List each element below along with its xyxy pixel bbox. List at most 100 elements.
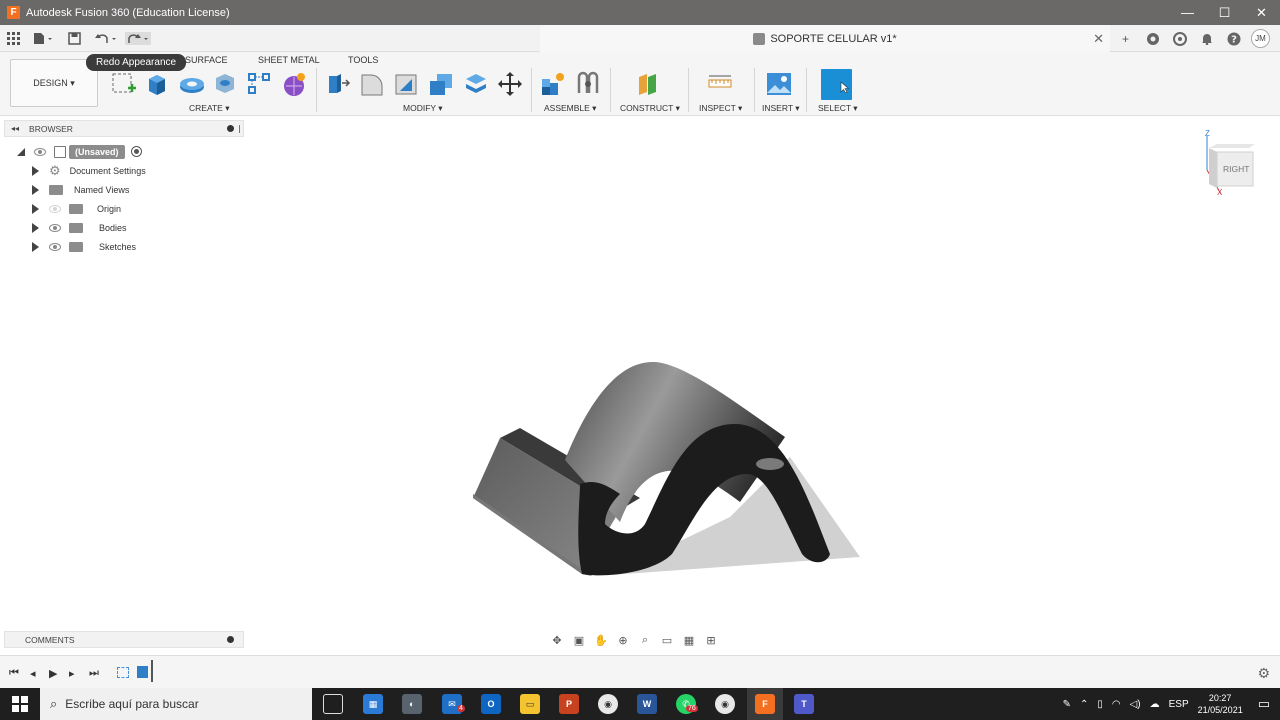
select-tool-icon[interactable]	[821, 69, 852, 100]
tree-item-sketches[interactable]: Sketches	[32, 238, 136, 255]
browser-pin-icon[interactable]	[239, 125, 240, 133]
tree-item-bodies[interactable]: Bodies	[32, 219, 127, 236]
undo-icon[interactable]	[95, 30, 119, 46]
tree-item-named-views[interactable]: Named Views	[32, 181, 129, 198]
file-explorer-icon[interactable]: ▭	[520, 694, 540, 714]
language-indicator[interactable]: ESP	[1169, 699, 1189, 710]
go-to-end-icon[interactable]: ⏭	[89, 667, 99, 680]
help-icon[interactable]: ?	[1224, 29, 1243, 48]
insert-canvas-icon[interactable]	[766, 71, 791, 95]
view-cube[interactable]: Z X RIGHT	[1203, 129, 1263, 198]
go-to-start-icon[interactable]: ⏮	[9, 667, 19, 680]
wifi-icon[interactable]: ◠	[1112, 699, 1121, 710]
play-icon[interactable]: ▶	[49, 667, 57, 680]
offset-plane-icon[interactable]	[636, 71, 660, 95]
workspace-switcher[interactable]: DESIGN ▾	[10, 59, 98, 107]
document-tab[interactable]: SOPORTE CELULAR v1* ✕	[540, 25, 1110, 52]
powerpoint-icon[interactable]: P	[559, 694, 579, 714]
model-canvas[interactable]	[460, 350, 870, 585]
chrome-icon[interactable]: ◉	[598, 694, 618, 714]
activate-radio-icon[interactable]	[130, 146, 142, 157]
battery-icon[interactable]: ▯	[1097, 699, 1103, 710]
expand-arrow-icon[interactable]	[32, 222, 39, 233]
look-at-icon[interactable]: ▣	[570, 634, 588, 648]
new-tab-button[interactable]: +	[1116, 29, 1135, 48]
tab-surface[interactable]: SURFACE	[185, 55, 228, 65]
expand-arrow-icon[interactable]	[32, 165, 39, 176]
calculator-icon[interactable]: ▦	[363, 694, 383, 714]
maximize-button[interactable]: ☐	[1206, 0, 1243, 25]
tab-sheet-metal[interactable]: SHEET METAL	[258, 55, 320, 65]
collapse-arrow-icon[interactable]	[17, 147, 25, 156]
notifications-bell-icon[interactable]	[1197, 29, 1216, 48]
pan-hand-icon[interactable]: ✋	[592, 634, 610, 648]
create-sketch-icon[interactable]	[111, 71, 136, 95]
visibility-eye-icon[interactable]	[49, 223, 61, 232]
step-forward-icon[interactable]: ▸	[69, 667, 75, 680]
teams-icon[interactable]: T	[794, 694, 814, 714]
fusion-360-taskbar-icon[interactable]: F	[755, 694, 775, 714]
onedrive-icon[interactable]: ☁	[1150, 699, 1160, 710]
taskbar-search-box[interactable]: ⌕ Escribe aquí para buscar	[40, 688, 312, 720]
expand-arrow-icon[interactable]	[32, 184, 39, 195]
measure-icon[interactable]	[707, 71, 732, 95]
windows-start-icon[interactable]	[0, 688, 40, 720]
data-panel-grid-icon[interactable]	[7, 30, 20, 46]
show-hidden-icons-chevron-icon[interactable]: ⌃	[1080, 699, 1088, 710]
extensions-icon[interactable]	[1143, 29, 1162, 48]
combine-icon[interactable]	[427, 71, 452, 95]
timeline-extrude-icon[interactable]	[137, 666, 148, 678]
expand-arrow-icon[interactable]	[32, 203, 39, 214]
visibility-eye-icon[interactable]	[34, 147, 46, 156]
offset-face-icon[interactable]	[463, 71, 487, 95]
grid-settings-icon[interactable]: ▦	[680, 634, 698, 648]
assemble-group-label[interactable]: ASSEMBLE ▾	[544, 103, 596, 114]
step-back-icon[interactable]: ◂	[30, 667, 36, 680]
joint-icon[interactable]	[575, 71, 599, 95]
collapse-browser-icon[interactable]: ◂◂	[11, 124, 19, 133]
tree-item-origin[interactable]: Origin	[32, 200, 121, 217]
chrome-profile-icon[interactable]: ◉	[715, 694, 735, 714]
job-status-icon[interactable]	[1170, 29, 1189, 48]
browser-panel-header[interactable]: ◂◂ BROWSER	[4, 120, 244, 137]
fillet-icon[interactable]	[359, 71, 383, 96]
create-form-icon[interactable]	[281, 71, 305, 96]
action-center-icon[interactable]: ▭	[1258, 696, 1270, 712]
display-settings-icon[interactable]: ▭	[658, 634, 676, 648]
outlook-icon[interactable]: O	[481, 694, 501, 714]
visibility-eye-icon[interactable]	[49, 242, 61, 251]
user-avatar[interactable]: JM	[1251, 29, 1270, 48]
insert-group-label[interactable]: INSERT ▾	[762, 103, 800, 114]
fit-icon[interactable]: ⌕	[636, 634, 654, 648]
taskbar-clock[interactable]: 20:27 21/05/2021	[1198, 692, 1243, 716]
select-group-label[interactable]: SELECT ▾	[818, 103, 858, 114]
pen-workspace-icon[interactable]: ✎	[1063, 699, 1071, 710]
hole-icon[interactable]	[213, 71, 237, 95]
minimize-button[interactable]: —	[1169, 0, 1206, 25]
comments-panel[interactable]: COMMENTS	[4, 631, 244, 648]
view-cube-face-label[interactable]: RIGHT	[1223, 164, 1249, 174]
move-copy-icon[interactable]	[497, 71, 522, 96]
new-component-icon[interactable]	[540, 71, 564, 95]
close-window-button[interactable]: ✕	[1243, 0, 1280, 25]
expand-arrow-icon[interactable]	[32, 241, 39, 252]
viewports-icon[interactable]: ⊞	[702, 634, 720, 648]
modify-group-label[interactable]: MODIFY ▾	[403, 103, 443, 114]
zoom-icon[interactable]: ⊕	[614, 634, 632, 648]
add-comment-icon[interactable]	[227, 636, 234, 643]
tab-tools[interactable]: TOOLS	[348, 55, 378, 65]
close-tab-icon[interactable]: ✕	[1093, 31, 1104, 47]
tree-item-document-settings[interactable]: ⚙ Document Settings	[32, 162, 146, 179]
pattern-icon[interactable]	[247, 71, 271, 95]
create-group-label[interactable]: CREATE ▾	[189, 103, 229, 114]
phone-stand-model[interactable]	[460, 350, 870, 585]
orbit-icon[interactable]: ✥	[548, 634, 566, 648]
word-icon[interactable]: W	[637, 694, 657, 714]
redo-icon[interactable]	[125, 30, 151, 46]
press-pull-icon[interactable]	[325, 71, 351, 95]
timeline-settings-gear-icon[interactable]: ⚙	[1257, 665, 1270, 682]
volume-icon[interactable]: ◁)	[1130, 699, 1141, 710]
timeline-sketch-icon[interactable]	[117, 667, 129, 678]
browser-options-icon[interactable]	[227, 125, 234, 132]
file-menu-icon[interactable]	[33, 30, 53, 46]
